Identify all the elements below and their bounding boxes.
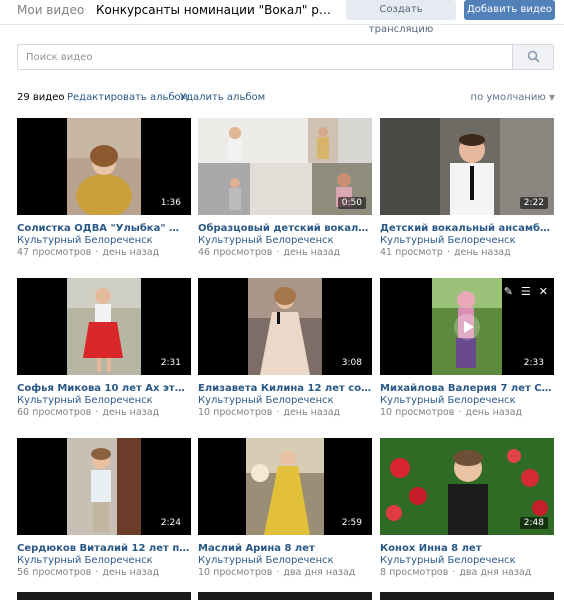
video-meta: 56 просмотров · день назад [17,567,160,578]
search-button[interactable] [512,45,553,69]
video-author[interactable]: Культурный Белореченск [198,395,372,406]
tab-my-videos[interactable]: Мои видео [17,3,84,17]
video-author[interactable]: Культурный Белореченск [17,395,191,406]
video-thumbnail[interactable]: 3:08 [198,278,372,375]
video-actions: ✎ ☰ ✕ [496,284,548,298]
search-input[interactable] [18,45,513,69]
video-duration: 3:08 [337,357,366,369]
video-views: 47 просмотров [17,247,92,258]
video-meta: 47 просмотров · день назад [17,247,160,258]
video-album-panel: Мои видео Конкурсанты номинации "Вокал" … [0,0,564,600]
album-title: Конкурсанты номинации "Вокал" районного … [96,3,336,17]
video-thumbnail[interactable] [198,592,372,600]
video-date: день назад [453,247,511,258]
video-title[interactable]: Софья Микова 10 лет Ах эти тучи в гол... [17,383,191,394]
video-author[interactable]: Культурный Белореченск [17,235,191,246]
video-meta: 10 просмотров · день назад [380,407,523,418]
video-title[interactable]: Детский вокальный ансамбль Смешар... [380,223,554,234]
video-author[interactable]: Культурный Белореченск [380,235,554,246]
video-thumbnail[interactable] [17,592,191,600]
play-icon[interactable] [454,313,480,340]
create-stream-button[interactable]: Создать трансляцию [346,0,456,35]
video-date: два дня назад [459,567,532,578]
edit-icon[interactable]: ✎ [504,286,513,298]
video-date: день назад [102,247,160,258]
video-views: 10 просмотров [198,567,273,578]
video-meta: 10 просмотров · два дня назад [198,567,356,578]
video-date: день назад [283,407,341,418]
video-meta: 8 просмотров · два дня назад [380,567,532,578]
video-date: день назад [102,567,160,578]
search-icon [527,50,540,63]
separator-dot: · [173,92,177,103]
video-thumbnail[interactable]: 2:48 [380,438,554,535]
video-views: 46 просмотров [198,247,273,258]
sort-label: по умолчанию [470,92,546,103]
video-duration: 2:31 [156,357,185,369]
video-duration: 2:59 [337,517,366,529]
video-thumbnail[interactable]: ✎ ☰ ✕ 2:33 [380,278,554,375]
video-title[interactable]: Конох Инна 8 лет [380,543,554,554]
video-meta: 10 просмотров · день назад [198,407,341,418]
video-thumbnail[interactable]: 2:31 [17,278,191,375]
search-bar [17,44,554,70]
separator-dot: · [60,92,64,103]
video-thumbnail[interactable]: 0:50 [198,118,372,215]
add-video-button[interactable]: Добавить видео [464,0,555,20]
edit-album-link[interactable]: Редактировать альбом [67,92,188,103]
video-thumbnail[interactable]: 1:36 [17,118,191,215]
video-title[interactable]: Маслий Арина 8 лет [198,543,372,554]
video-count: 29 видео [17,92,65,103]
video-duration: 2:33 [519,357,548,369]
video-meta: 41 просмотр · день назад [380,247,511,258]
close-icon[interactable]: ✕ [539,286,548,298]
video-thumbnail[interactable]: 2:24 [17,438,191,535]
video-title[interactable]: Образцовый детский вокальный анса... [198,223,372,234]
video-views: 8 просмотров [380,567,449,578]
video-thumbnail[interactable]: 2:22 [380,118,554,215]
sort-dropdown[interactable]: по умолчанию ▼ [471,92,555,103]
video-date: день назад [283,247,341,258]
video-views: 10 просмотров [380,407,455,418]
album-toolbar: 29 видео · Редактировать альбом · Удалит… [17,92,555,106]
video-author[interactable]: Культурный Белореченск [380,395,554,406]
video-meta: 60 просмотров · день назад [17,407,160,418]
video-meta: 46 просмотров · день назад [198,247,341,258]
video-thumbnail[interactable]: 2:59 [198,438,372,535]
page-header: Мои видео Конкурсанты номинации "Вокал" … [0,0,564,35]
video-duration: 2:22 [519,197,548,209]
video-views: 41 просмотр [380,247,443,258]
delete-album-link[interactable]: Удалить альбом [180,92,265,103]
video-author[interactable]: Культурный Белореченск [380,555,554,566]
video-duration: 2:24 [156,517,185,529]
video-duration: 0:50 [337,197,366,209]
video-title[interactable]: Солистка ОДВА "Улыбка" Шахназарян ... [17,223,191,234]
chevron-down-icon: ▼ [548,93,555,102]
video-views: 60 просмотров [17,407,92,418]
video-duration: 1:36 [156,197,185,209]
video-author[interactable]: Культурный Белореченск [198,235,372,246]
video-title[interactable]: Сердюков Виталий 12 лет песня Красн... [17,543,191,554]
next-row-thumbnails [17,592,555,600]
video-title[interactable]: Елизавета Килина 12 лет солистка дет... [198,383,372,394]
video-author[interactable]: Культурный Белореченск [198,555,372,566]
video-title[interactable]: Михайлова Валерия 7 лет СК с.Леонть... [380,383,554,394]
video-date: два дня назад [283,567,356,578]
video-author[interactable]: Культурный Белореченск [17,555,191,566]
video-date: день назад [465,407,523,418]
list-icon[interactable]: ☰ [521,286,531,298]
video-views: 10 просмотров [198,407,273,418]
video-duration: 2:48 [519,517,548,529]
video-thumbnail[interactable] [380,592,554,600]
video-views: 56 просмотров [17,567,92,578]
video-date: день назад [102,407,160,418]
